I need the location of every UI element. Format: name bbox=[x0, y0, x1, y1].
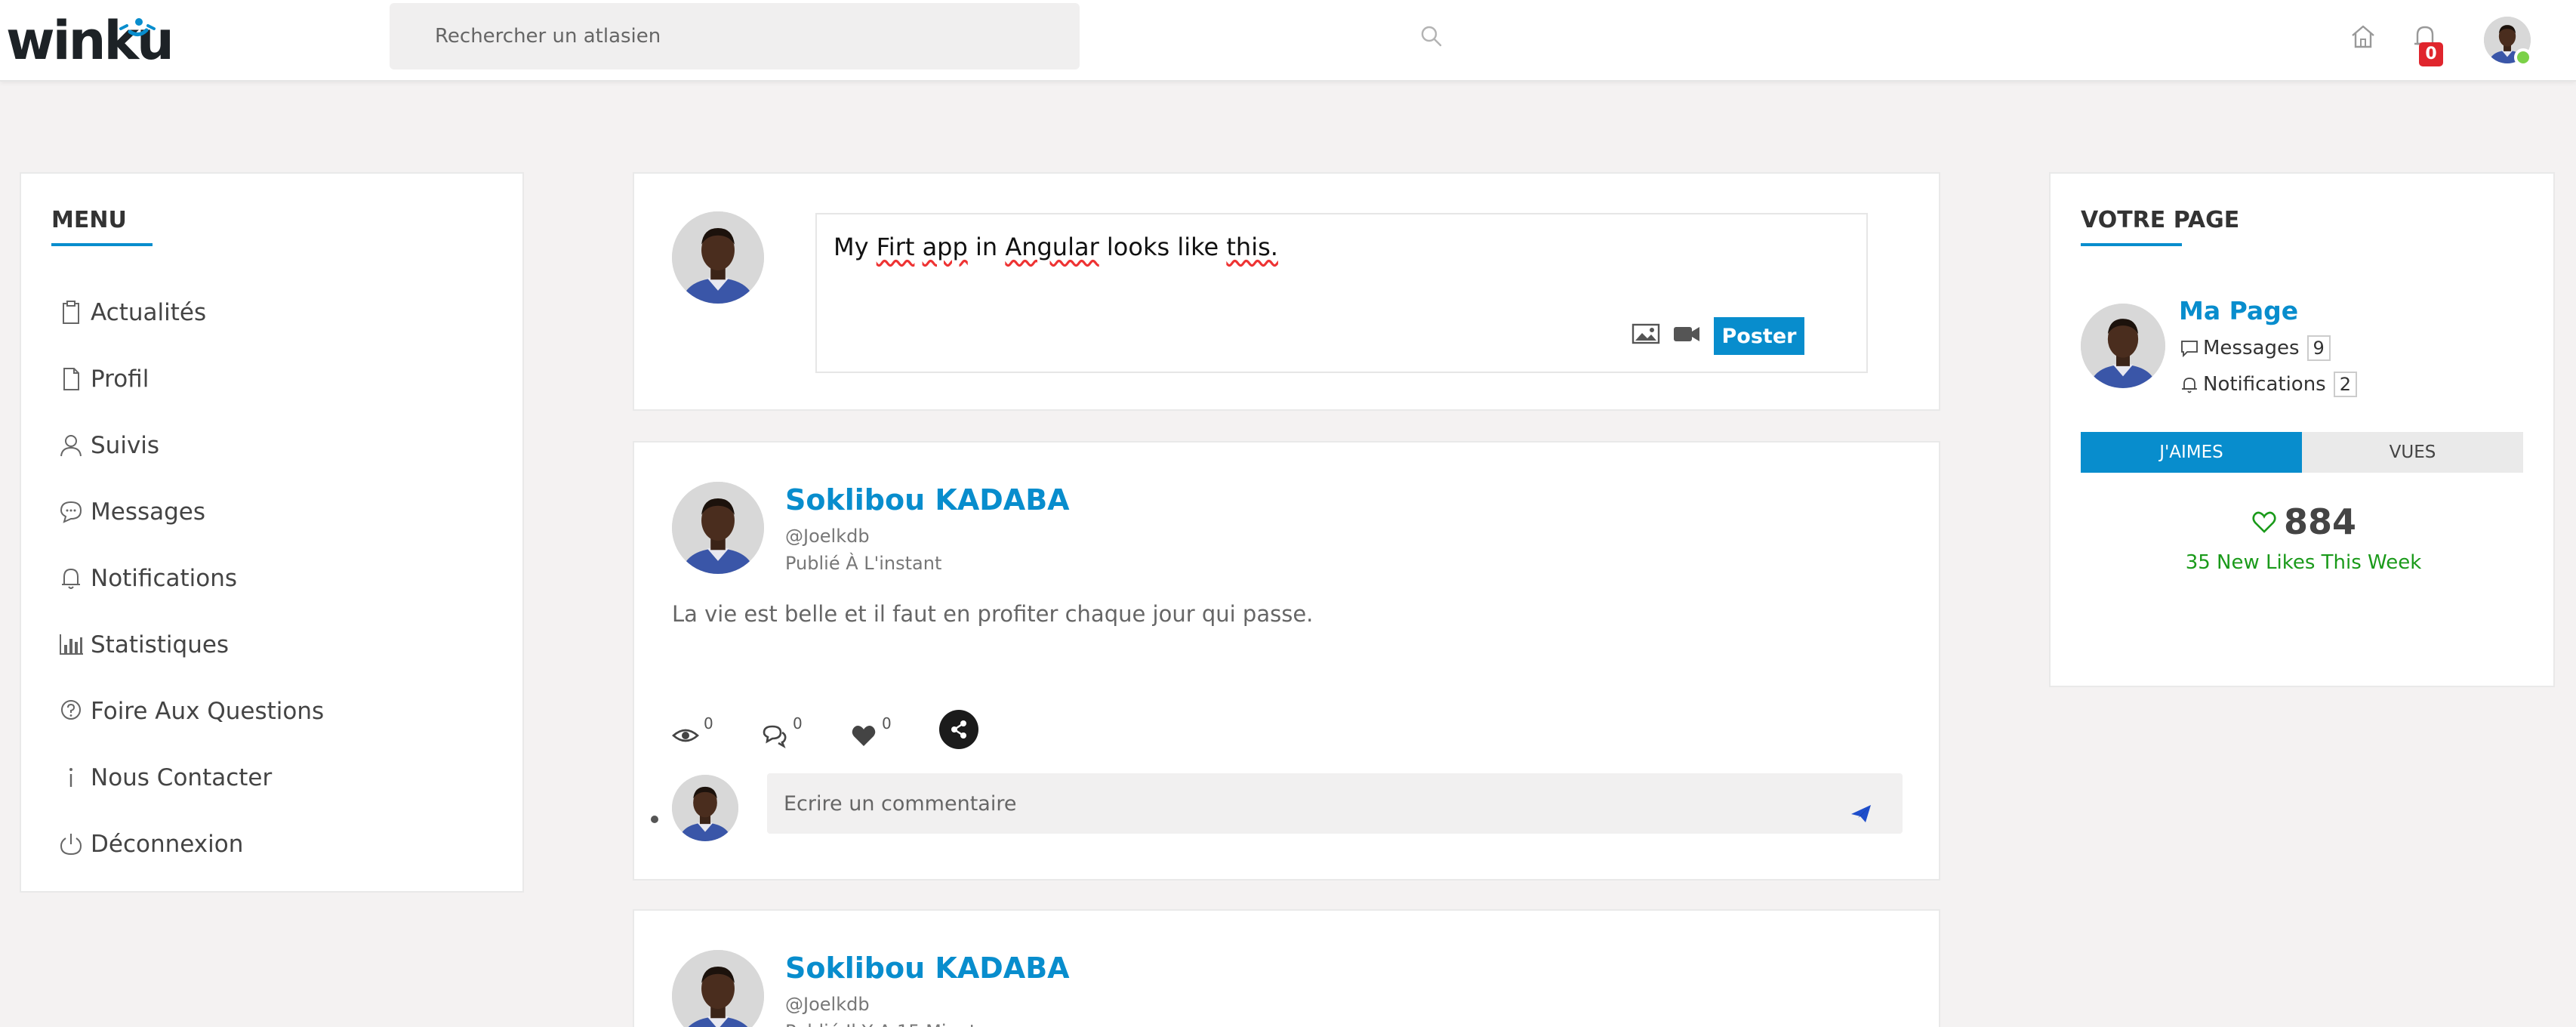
message-icon bbox=[2181, 341, 2198, 358]
sidebar-item-label: Statistiques bbox=[91, 631, 230, 658]
heart-icon bbox=[852, 726, 876, 746]
post-card: Soklibou KADABA @Joelkdb Publié À L'inst… bbox=[633, 441, 1940, 881]
home-icon[interactable] bbox=[2350, 23, 2377, 50]
post-timestamp: Publié Il Y A 15 Minutes bbox=[785, 1021, 997, 1027]
comments-count: 0 bbox=[793, 714, 803, 732]
author-avatar[interactable] bbox=[672, 950, 764, 1027]
add-image-icon[interactable] bbox=[1631, 322, 1661, 346]
sidebar-item-statistiques[interactable]: Statistiques bbox=[57, 622, 229, 668]
post-author-name[interactable]: Soklibou KADABA bbox=[785, 483, 1070, 517]
heart-outline-icon bbox=[2252, 511, 2276, 533]
composer-text: My Firt app in Angular looks like this. bbox=[834, 233, 1278, 261]
user-icon bbox=[57, 432, 85, 459]
post-composer: My Firt app in Angular looks like this. … bbox=[633, 172, 1940, 411]
likes-total: 884 bbox=[2051, 501, 2556, 542]
likes-counter[interactable]: 0 bbox=[850, 714, 892, 752]
views-count: 0 bbox=[704, 714, 713, 732]
post-button[interactable]: Poster bbox=[1714, 317, 1804, 355]
sidebar-item-notifications[interactable]: Notifications bbox=[57, 556, 237, 601]
sidebar-item-messages[interactable]: Messages bbox=[57, 489, 205, 535]
sidebar-item-actualites[interactable]: Actualités bbox=[57, 290, 206, 335]
sidebar-item-contact[interactable]: Nous Contacter bbox=[57, 755, 272, 800]
post-author-handle: @Joelkdb bbox=[785, 526, 870, 547]
bell-icon bbox=[2182, 378, 2197, 393]
post-timestamp: Publié À L'instant bbox=[785, 553, 942, 574]
post-author-handle: @Joelkdb bbox=[785, 994, 870, 1015]
notification-count-badge: 0 bbox=[2419, 42, 2443, 66]
comment-input[interactable] bbox=[784, 788, 1826, 819]
sidebar-item-label: Actualités bbox=[91, 299, 207, 326]
likes-count: 0 bbox=[882, 714, 892, 732]
logo-splash-icon bbox=[119, 18, 156, 36]
title-underline bbox=[2081, 243, 2182, 246]
brand-logo[interactable]: winku bbox=[6, 11, 174, 71]
chat-icon bbox=[57, 498, 85, 526]
sidebar-item-suivis[interactable]: Suivis bbox=[57, 423, 159, 468]
page-notifications-row[interactable]: Notifications 2 bbox=[2179, 372, 2358, 397]
composer-textarea[interactable]: My Firt app in Angular looks like this. … bbox=[815, 213, 1868, 373]
your-page-widget: VOTRE PAGE Ma Page Messages 9 Notificati… bbox=[2049, 172, 2555, 687]
sidebar-item-label: Profil bbox=[91, 365, 149, 393]
title-underline bbox=[51, 243, 153, 246]
page-avatar[interactable] bbox=[2081, 304, 2165, 388]
eye-icon bbox=[672, 729, 699, 742]
document-icon bbox=[57, 365, 85, 393]
sidebar-menu: MENU Actualités Profil Suivis Messages N… bbox=[20, 172, 524, 893]
post-author-name[interactable]: Soklibou KADABA bbox=[785, 951, 1070, 985]
menu-title: MENU bbox=[51, 207, 127, 233]
tab-views[interactable]: VUES bbox=[2302, 432, 2523, 473]
comment-icon bbox=[763, 725, 787, 748]
views-counter[interactable]: 0 bbox=[672, 714, 713, 752]
widget-title: VOTRE PAGE bbox=[2081, 207, 2240, 233]
post-body-text: La vie est belle et il faut en profiter … bbox=[672, 601, 1314, 627]
share-icon bbox=[951, 720, 966, 739]
sidebar-item-label: Nous Contacter bbox=[91, 764, 273, 791]
clipboard-icon bbox=[57, 299, 85, 326]
author-avatar[interactable] bbox=[672, 482, 764, 574]
search-icon[interactable] bbox=[1419, 24, 1444, 48]
page-name-link[interactable]: Ma Page bbox=[2179, 296, 2298, 325]
sidebar-item-label: Messages bbox=[91, 498, 206, 526]
sidebar-item-label: Notifications bbox=[91, 565, 238, 592]
question-icon bbox=[57, 698, 85, 725]
list-bullet bbox=[651, 816, 658, 823]
bell-icon bbox=[57, 565, 85, 592]
comments-counter[interactable]: 0 bbox=[761, 714, 803, 752]
tab-likes[interactable]: J'AIMES bbox=[2081, 432, 2302, 473]
info-icon bbox=[57, 764, 85, 791]
search-input[interactable] bbox=[435, 21, 1009, 51]
sidebar-item-profil[interactable]: Profil bbox=[57, 356, 149, 402]
add-video-icon[interactable] bbox=[1672, 322, 1702, 346]
bar-chart-icon bbox=[57, 631, 85, 658]
sidebar-item-label: Déconnexion bbox=[91, 831, 244, 858]
comment-box bbox=[767, 773, 1903, 834]
likes-total-value: 884 bbox=[2283, 501, 2357, 542]
sidebar-item-logout[interactable]: Déconnexion bbox=[57, 822, 243, 867]
messages-count: 9 bbox=[2306, 335, 2331, 361]
top-navigation-bar: winku 0 bbox=[0, 0, 2576, 82]
sidebar-item-faq[interactable]: Foire Aux Questions bbox=[57, 689, 324, 734]
page-messages-row[interactable]: Messages 9 bbox=[2179, 335, 2331, 361]
sidebar-item-label: Suivis bbox=[91, 432, 160, 459]
power-icon bbox=[57, 831, 85, 858]
commenter-avatar bbox=[672, 775, 738, 841]
composer-avatar bbox=[672, 211, 764, 304]
messages-label: Messages bbox=[2203, 337, 2300, 359]
notifications-count: 2 bbox=[2333, 372, 2358, 397]
sidebar-item-label: Foire Aux Questions bbox=[91, 698, 325, 725]
search-bar bbox=[390, 3, 1442, 69]
new-likes-text: 35 New Likes This Week bbox=[2185, 551, 2422, 574]
stats-tabs: J'AIMES VUES bbox=[2081, 432, 2523, 473]
online-status-indicator bbox=[2514, 48, 2532, 66]
send-icon[interactable] bbox=[1850, 802, 1872, 825]
post-card: Soklibou KADABA @Joelkdb Publié Il Y A 1… bbox=[633, 909, 1940, 1027]
share-button[interactable] bbox=[939, 710, 978, 749]
notifications-label: Notifications bbox=[2203, 373, 2326, 396]
